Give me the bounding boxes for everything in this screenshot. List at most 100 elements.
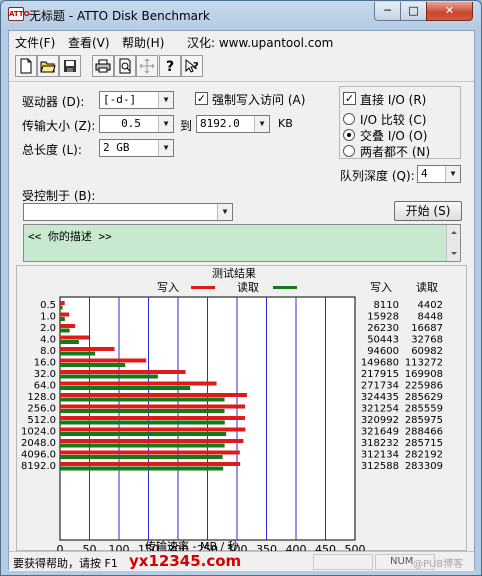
y-tick-label: 256.0 xyxy=(27,404,56,415)
read-value: 4402 xyxy=(418,300,443,311)
client-area: 文件(F) 查看(V) 帮助(H) 汉化: www.upantool.com ?… xyxy=(8,30,475,571)
drive-select[interactable]: [-d-] ▼ xyxy=(99,91,174,109)
description-text: << 你的描述 >> xyxy=(28,230,112,243)
write-value: 26230 xyxy=(367,323,399,334)
results-title: 测试结果 xyxy=(212,267,256,280)
drive-value: [-d-] xyxy=(103,93,137,106)
controlled-by-select[interactable]: ▼ xyxy=(23,203,233,221)
status-panel-empty xyxy=(313,554,373,570)
direct-io-checkbox[interactable]: ✓ xyxy=(343,92,356,105)
write-value: 271734 xyxy=(361,381,399,392)
y-tick-label: 1024.0 xyxy=(21,427,56,438)
y-tick-label: 1.0 xyxy=(40,312,56,323)
transfer-from-select[interactable]: 0.5 ▼ xyxy=(99,115,174,133)
neither-radio[interactable] xyxy=(343,145,355,157)
y-tick-label: 2.0 xyxy=(40,323,56,334)
results-panel: 测试结果 写入 读取 写入 读取 0.5 1.0 2.0 4.0 8.0 16.0 32.0… xyxy=(16,265,467,556)
write-value: 318232 xyxy=(361,438,399,449)
read-value: 113272 xyxy=(405,358,443,369)
read-value: 283309 xyxy=(405,461,443,472)
help-icon[interactable]: ? xyxy=(159,55,181,77)
close-button[interactable]: ✕ xyxy=(426,2,473,21)
read-value: 282192 xyxy=(405,450,443,461)
write-value: 321649 xyxy=(361,427,399,438)
chevron-down-icon[interactable]: ▼ xyxy=(445,166,460,182)
chevron-down-icon[interactable]: ▼ xyxy=(254,116,269,132)
new-icon[interactable] xyxy=(15,55,37,77)
results-chart: 测试结果 写入 读取 写入 读取 0.51.02.04.08.016.032.0… xyxy=(21,267,443,556)
chevron-down-icon[interactable]: ▼ xyxy=(158,116,173,132)
y-tick-label: 4.0 xyxy=(40,335,56,346)
force-write-label[interactable]: 强制写入访问 (A) xyxy=(212,91,305,108)
read-bar xyxy=(60,466,224,471)
write-value: 312134 xyxy=(361,450,399,461)
write-value: 320992 xyxy=(361,415,399,426)
write-bar xyxy=(60,335,90,340)
queue-depth-label: 队列深度 (Q): xyxy=(340,169,415,183)
y-tick-label: 512.0 xyxy=(27,415,56,426)
menu-file[interactable]: 文件(F) xyxy=(15,34,55,51)
chevron-down-icon[interactable]: ▼ xyxy=(158,140,173,156)
minimize-button[interactable]: ─ xyxy=(374,2,401,21)
print-preview-icon[interactable] xyxy=(114,55,136,77)
write-bar xyxy=(60,370,186,374)
overlapped-io-radio[interactable] xyxy=(343,129,355,141)
corner-mark: @PUB博客 xyxy=(413,559,464,570)
write-bar xyxy=(60,404,246,409)
write-value: 94600 xyxy=(367,346,399,357)
read-value: 16687 xyxy=(411,323,443,334)
y-tick-label: 2048.0 xyxy=(21,438,56,449)
watermark-text: yx12345.com xyxy=(129,552,242,570)
print-icon[interactable] xyxy=(92,55,114,77)
read-bar xyxy=(60,328,70,333)
menu-help[interactable]: 帮助(H) xyxy=(122,34,164,51)
y-tick-label: 16.0 xyxy=(34,358,56,369)
save-icon[interactable] xyxy=(59,55,81,77)
chevron-down-icon[interactable]: ▼ xyxy=(158,92,173,108)
y-tick-label: 64.0 xyxy=(34,381,56,392)
open-icon[interactable] xyxy=(37,55,59,77)
direct-io-label[interactable]: 直接 I/O (R) xyxy=(360,91,426,108)
menu-localization[interactable]: 汉化: www.upantool.com xyxy=(187,34,333,51)
transfer-to-select[interactable]: 8192.0 ▼ xyxy=(196,115,270,133)
start-button[interactable]: 开始 (S) xyxy=(394,201,462,221)
read-bar xyxy=(60,420,225,425)
write-bar xyxy=(60,416,245,420)
read-bar xyxy=(60,363,126,367)
queue-depth-value: 4 xyxy=(421,167,428,180)
toolbar-separator xyxy=(9,81,474,82)
menu-view[interactable]: 查看(V) xyxy=(68,34,110,51)
y-tick-label: 4096.0 xyxy=(21,450,56,461)
transfer-to-label: 到 xyxy=(180,119,193,133)
write-bar xyxy=(60,312,70,317)
app-icon[interactable]: ATTO xyxy=(8,7,30,21)
overlapped-io-label[interactable]: 交叠 I/O (O) xyxy=(360,127,427,144)
write-value: 312588 xyxy=(361,461,399,472)
read-bar xyxy=(60,340,79,344)
svg-text:?: ? xyxy=(193,61,199,72)
force-write-checkbox[interactable]: ✓ xyxy=(195,92,208,105)
read-bar xyxy=(60,374,158,379)
move-icon[interactable] xyxy=(136,55,158,77)
title-bar[interactable]: ATTO 无标题 - ATTO Disk Benchmark ─ □ ✕ xyxy=(1,1,481,29)
y-tick-label: 128.0 xyxy=(27,392,56,403)
transfer-size-label: 传输大小 (Z): xyxy=(22,119,96,133)
window-title: 无标题 - ATTO Disk Benchmark xyxy=(29,9,210,23)
description-scrollbar[interactable] xyxy=(446,225,460,261)
chevron-down-icon[interactable]: ▼ xyxy=(217,204,232,220)
y-tick-label: 8192.0 xyxy=(21,461,56,472)
total-length-select[interactable]: 2 GB ▼ xyxy=(99,139,174,157)
maximize-button[interactable]: □ xyxy=(400,2,427,21)
queue-depth-select[interactable]: 4 ▼ xyxy=(417,165,461,183)
menu-bar: 文件(F) 查看(V) 帮助(H) 汉化: www.upantool.com xyxy=(9,31,474,51)
description-box[interactable]: << 你的描述 >> xyxy=(23,224,461,262)
write-value: 8110 xyxy=(374,300,399,311)
io-compare-radio[interactable] xyxy=(343,113,355,125)
neither-label[interactable]: 两者都不 (N) xyxy=(360,143,430,160)
read-value: 285629 xyxy=(405,392,443,403)
y-tick-label: 0.5 xyxy=(40,300,56,311)
write-bar xyxy=(60,427,246,432)
context-help-icon[interactable]: ? xyxy=(181,55,203,77)
write-value: 149680 xyxy=(361,358,399,369)
io-compare-label[interactable]: I/O 比较 (C) xyxy=(360,111,426,128)
